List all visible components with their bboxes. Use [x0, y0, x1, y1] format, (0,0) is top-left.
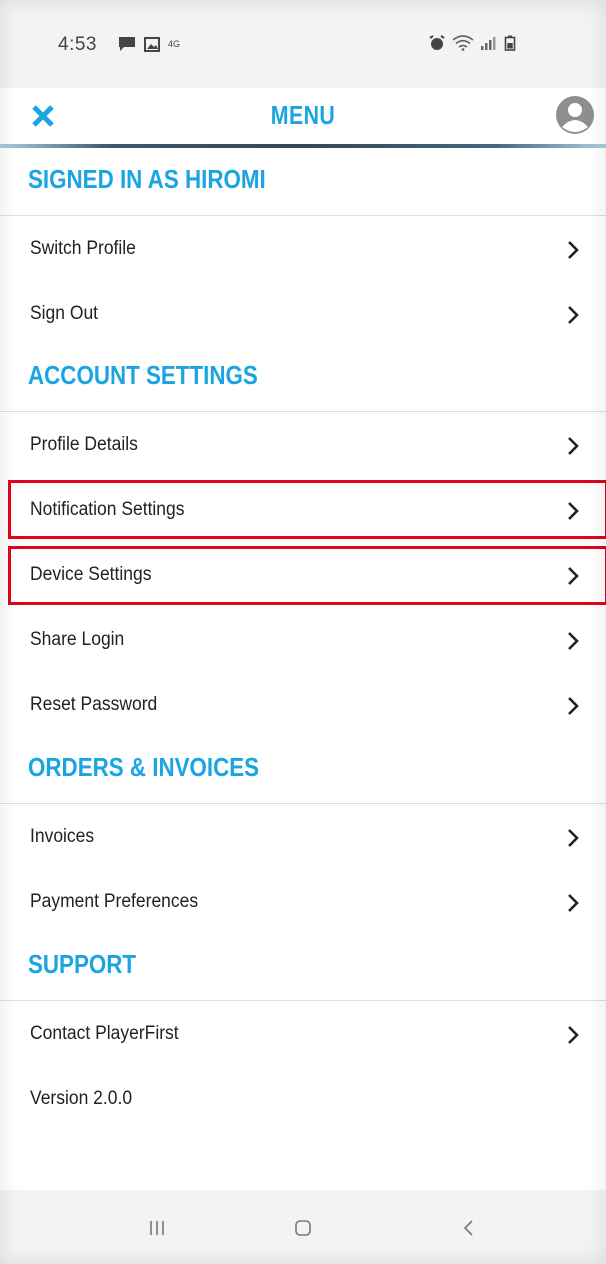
- section-account-settings: ACCOUNT SETTINGS: [0, 346, 606, 412]
- status-time: 4:53: [58, 34, 97, 55]
- section-title: SIGNED IN AS HIROMI: [28, 164, 266, 194]
- chevron-right-icon: [568, 567, 579, 585]
- system-nav-bar: [0, 1190, 606, 1264]
- chevron-right-icon: [568, 632, 579, 650]
- status-bar: 4:53 4G: [0, 0, 606, 88]
- status-system-icons: [428, 35, 516, 51]
- home-icon: [295, 1220, 311, 1236]
- chevron-right-icon: [568, 502, 579, 520]
- recent-apps-button[interactable]: [137, 1208, 177, 1248]
- alarm-icon: [429, 35, 445, 50]
- back-button[interactable]: [449, 1208, 489, 1248]
- back-icon: [463, 1220, 473, 1236]
- section-support: SUPPORT: [0, 935, 606, 1001]
- menu-item-label: Payment Preferences: [30, 891, 199, 912]
- chevron-right-icon: [568, 829, 579, 847]
- menu-item-label: Invoices: [30, 826, 95, 847]
- network-label: 4G: [168, 39, 181, 49]
- profile-button[interactable]: [555, 95, 595, 135]
- home-button[interactable]: [283, 1208, 323, 1248]
- section-title: SUPPORT: [28, 949, 137, 979]
- menu-item-profile-details[interactable]: Profile Details: [0, 413, 606, 478]
- recent-apps-icon: [150, 1221, 164, 1235]
- chevron-right-icon: [568, 437, 579, 455]
- chevron-right-icon: [568, 306, 579, 324]
- version-label: Version 2.0.0: [30, 1088, 133, 1109]
- page-title: MENU: [270, 100, 336, 130]
- menu-item-payment-preferences[interactable]: Payment Preferences: [0, 870, 606, 935]
- menu-item-sign-out[interactable]: Sign Out: [0, 282, 606, 347]
- menu-item-notification-settings[interactable]: Notification Settings: [0, 478, 606, 543]
- menu-item-share-login[interactable]: Share Login: [0, 608, 606, 673]
- version-info: Version 2.0.0: [0, 1067, 606, 1132]
- close-icon: [32, 105, 54, 127]
- menu-item-label: Notification Settings: [30, 499, 185, 520]
- menu-item-invoices[interactable]: Invoices: [0, 805, 606, 870]
- chevron-right-icon: [568, 1026, 579, 1044]
- menu-item-label: Device Settings: [30, 564, 152, 585]
- signal-icon: [481, 37, 496, 50]
- chevron-right-icon: [568, 241, 579, 259]
- chevron-right-icon: [568, 697, 579, 715]
- menu-item-device-settings[interactable]: Device Settings: [0, 543, 606, 608]
- menu-item-label: Share Login: [30, 629, 125, 650]
- section-orders-invoices: ORDERS & INVOICES: [0, 738, 606, 804]
- menu-item-label: Reset Password: [30, 694, 158, 715]
- menu-item-label: Profile Details: [30, 434, 138, 455]
- menu-item-contact-playerfirst[interactable]: Contact PlayerFirst: [0, 1002, 606, 1067]
- section-title: ACCOUNT SETTINGS: [28, 360, 258, 390]
- menu-item-switch-profile[interactable]: Switch Profile: [0, 217, 606, 282]
- menu-item-label: Sign Out: [30, 303, 99, 324]
- menu-item-label: Switch Profile: [30, 238, 136, 259]
- menu-item-reset-password[interactable]: Reset Password: [0, 673, 606, 738]
- battery-icon: [504, 35, 516, 51]
- section-title: ORDERS & INVOICES: [28, 752, 260, 782]
- close-button[interactable]: [28, 101, 58, 131]
- header-divider: [0, 144, 606, 148]
- image-icon: [144, 36, 160, 52]
- phone-screen: 4:53 4G MENU SIGNED IN AS HIROMI Switch …: [0, 0, 606, 1264]
- chevron-right-icon: [568, 894, 579, 912]
- chat-icon: [119, 37, 135, 51]
- status-notification-icons: 4G: [118, 36, 180, 52]
- wifi-icon: [452, 35, 474, 51]
- profile-icon: [556, 96, 594, 134]
- menu-item-label: Contact PlayerFirst: [30, 1023, 179, 1044]
- section-signed-in: SIGNED IN AS HIROMI: [0, 150, 606, 216]
